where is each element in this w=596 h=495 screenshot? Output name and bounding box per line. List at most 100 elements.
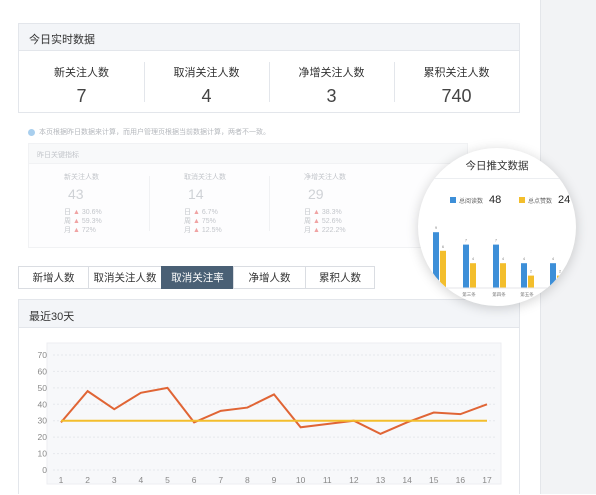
bar-like	[440, 250, 446, 288]
x-tick-label: 17	[482, 475, 492, 485]
stat-label: 取消关注人数	[173, 67, 240, 79]
bar-data-label: 2	[530, 269, 533, 274]
stat-label: 净增关注人数	[298, 67, 365, 79]
bar-read	[550, 263, 556, 288]
up-arrow-icon: ▲	[312, 227, 320, 234]
yesterday-title: 昨日关键指标	[29, 144, 467, 164]
up-arrow-icon: ▲	[72, 227, 80, 234]
x-tick-label: 16	[456, 475, 466, 485]
yesterday-col: 净增关注人数 29 日 ▲ 38.3% 周 ▲ 52.6% 月 ▲ 222.2%	[269, 164, 389, 235]
stat-value: 3	[326, 86, 337, 106]
x-tick-label: 9	[272, 475, 277, 485]
delta-row: 月 ▲ 72%	[64, 227, 96, 234]
trend-panel: 最近30天 0 10 20 30 40 50 60 70 1 2 3 4 5 6 7 8 9 10 11 12 13 14…	[18, 299, 520, 494]
y-tick-label: 0	[42, 465, 47, 475]
yesterday-col-value: 14	[188, 186, 204, 202]
tab-net[interactable]: 净增人数	[233, 266, 306, 289]
bar-category-label: 第二条	[432, 291, 446, 298]
tab-unfollow[interactable]: 取消关注人数	[88, 266, 162, 289]
notice-text: 本页根据昨日数据来计算，而用户管理页根据当前数据计算，两者不一致。	[39, 129, 270, 136]
stat-label: 新关注人数	[54, 67, 109, 79]
realtime-panel: 今日实时数据 新关注人数 7 取消关注人数 4 净增关注人数 3 累积关注人数 …	[18, 23, 520, 113]
tweet-popup: 今日推文数据 总阅读数 48 总点赞数 24 9 6 第二条 7 4 第三条 7 4 第四条 4 2…	[418, 148, 576, 306]
trend-chart: 0102030405060701 2 3 4 5 6 7 8 9 10 11 12 13 14 15 16 17	[38, 342, 502, 485]
bar-data-label: 4	[523, 256, 526, 261]
y-tick-label: 60	[38, 366, 48, 376]
bar-category-label: 第三条	[462, 291, 476, 298]
up-arrow-icon: ▲	[192, 227, 200, 234]
bar-like	[500, 263, 506, 288]
bar-read	[521, 263, 527, 288]
bar-data-label: 7	[495, 238, 498, 243]
yesterday-col: 新关注人数 43 日 ▲ 30.6% 周 ▲ 59.3% 月 ▲ 72%	[29, 164, 149, 235]
delta-row: 日 ▲ 6.7%	[184, 209, 218, 216]
bar-data-label: 4	[552, 256, 555, 261]
x-tick-label: 4	[139, 475, 144, 485]
tab-unfollow-rate[interactable]: 取消关注率	[161, 266, 234, 289]
stat-value: 7	[76, 86, 87, 106]
stat-total-follow: 累积关注人数 740	[394, 51, 519, 113]
tab-total[interactable]: 累积人数	[305, 266, 375, 289]
up-arrow-icon: ▲	[72, 209, 80, 216]
up-arrow-icon: ▲	[312, 218, 320, 225]
info-icon	[28, 128, 35, 136]
bar-data-label: 4	[502, 256, 505, 261]
x-tick-label: 6	[192, 475, 197, 485]
tab-new[interactable]: 新增人数	[18, 266, 89, 289]
x-tick-label: 7	[218, 475, 223, 485]
bar-data-label: 4	[472, 256, 475, 261]
y-tick-label: 40	[38, 399, 48, 409]
stat-unfollow: 取消关注人数 4	[144, 51, 269, 113]
stat-new-follow: 新关注人数 7	[19, 51, 144, 113]
x-tick-label: 1	[59, 475, 64, 485]
y-tick-label: 50	[38, 383, 48, 393]
y-tick-label: 20	[38, 432, 48, 442]
x-tick-label: 10	[296, 475, 306, 485]
yesterday-col-value: 43	[68, 186, 84, 202]
delta-row: 日 ▲ 38.3%	[304, 209, 342, 216]
y-tick-label: 10	[38, 449, 48, 459]
tweet-bar-chart: 9 6 第二条 7 4 第三条 7 4 第四条 4 2 第五条 4 2 第六条	[426, 225, 568, 298]
yesterday-col: 取消关注人数 14 日 ▲ 6.7% 周 ▲ 75% 月 ▲ 12.5%	[149, 164, 269, 235]
x-tick-label: 14	[402, 475, 412, 485]
x-tick-label: 8	[245, 475, 250, 485]
up-arrow-icon: ▲	[72, 218, 80, 225]
stat-net-follow: 净增关注人数 3	[269, 51, 394, 113]
delta-row: 月 ▲ 12.5%	[184, 227, 222, 234]
stat-value: 740	[441, 86, 472, 106]
delta-row: 周 ▲ 59.3%	[64, 218, 102, 225]
realtime-title: 今日实时数据	[19, 24, 519, 51]
yesterday-col-label: 净增关注人数	[304, 174, 346, 181]
y-tick-label: 70	[38, 350, 48, 360]
notice: 本页根据昨日数据来计算，而用户管理页根据当前数据计算，两者不一致。	[28, 127, 270, 137]
bar-read	[433, 232, 439, 288]
stat-value: 4	[201, 86, 212, 106]
yesterday-col-value: 29	[308, 186, 324, 202]
bar-like	[470, 263, 476, 288]
bar-category-label: 第六条	[549, 291, 563, 298]
x-tick-label: 11	[323, 475, 332, 485]
bar-read	[493, 244, 499, 288]
bar-read	[463, 244, 469, 288]
metric-tabs: 新增人数 取消关注人数 取消关注率 净增人数 累积人数	[18, 266, 375, 289]
yesterday-col-label: 新关注人数	[64, 174, 99, 181]
bar-like	[557, 275, 563, 288]
bar-data-label: 7	[465, 238, 468, 243]
stat-label: 累积关注人数	[423, 67, 490, 79]
x-tick-label: 12	[349, 475, 359, 485]
up-arrow-icon: ▲	[192, 209, 200, 216]
yesterday-panel: 昨日关键指标 新关注人数 43 日 ▲ 30.6% 周 ▲ 59.3% 月 ▲ …	[28, 143, 468, 248]
bar-category-label: 第四条	[492, 291, 506, 298]
bar-data-label: 6	[442, 244, 445, 249]
x-tick-label: 13	[376, 475, 386, 485]
delta-row: 周 ▲ 52.6%	[304, 218, 342, 225]
x-tick-label: 2	[85, 475, 90, 485]
up-arrow-icon: ▲	[192, 218, 200, 225]
yesterday-col-label: 取消关注人数	[184, 174, 226, 181]
bar-data-label: 9	[435, 225, 438, 230]
y-tick-label: 30	[38, 416, 48, 426]
bar-data-label: 2	[559, 269, 562, 274]
x-tick-label: 5	[165, 475, 170, 485]
x-tick-label: 15	[429, 475, 439, 485]
delta-row: 月 ▲ 222.2%	[304, 227, 346, 234]
